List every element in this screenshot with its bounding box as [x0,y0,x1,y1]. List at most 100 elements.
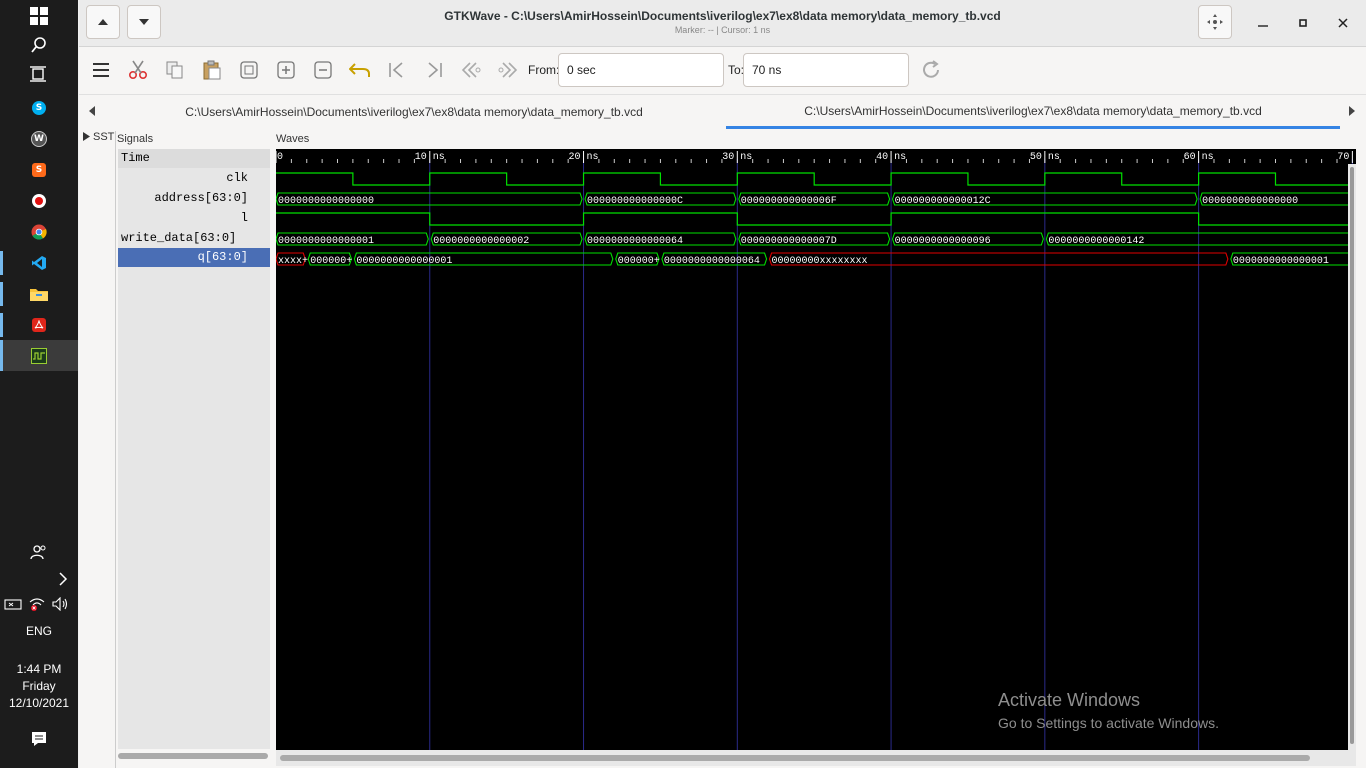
vscode-icon[interactable] [0,251,54,275]
hamburger-menu-button[interactable] [89,58,113,82]
close-button[interactable] [1329,10,1357,36]
gtkwave-taskbar-icon[interactable] [0,340,78,371]
next-edge-icon [498,62,518,78]
windows-start-icon[interactable] [24,4,54,28]
volume-icon[interactable] [48,592,74,616]
input-keyboard-icon[interactable] [0,592,26,616]
clock-date: 12/10/2021 [8,696,70,710]
signal-row-write-data[interactable]: write_data[63:0] [118,229,270,248]
signals-horizontal-scrollbar[interactable] [118,753,268,759]
zoom-in-button[interactable] [274,58,298,82]
signals-title: Signals [117,133,154,145]
tabs-scroll-right-button[interactable] [1348,105,1356,120]
activate-windows-title: Activate Windows [998,690,1141,710]
zoom-out-icon [314,61,332,79]
chrome-icon[interactable] [24,220,54,244]
waveform-canvas[interactable]: 0 10 ns 20 ns 30 ns 40 ns 50 ns 60 ns 70 0000000… [276,149,1356,766]
q-value: 0000000000000001 [356,256,452,267]
task-view-icon[interactable] [24,62,54,86]
q-value: 000000+ [618,256,660,267]
signal-name: address[63:0] [154,191,248,205]
zoom-fit-icon [240,61,258,79]
waves-pane: Waves 0 10 ns 20 ns 30 ns 40 ns 50 ns 60 ns 70 0… [275,131,1366,768]
minimize-button[interactable] [1249,10,1277,36]
file-explorer-icon[interactable] [0,282,54,306]
zoom-to-end-button[interactable] [422,58,446,82]
tick-label: 0 [277,152,283,163]
signal-row-l[interactable]: l [118,209,270,228]
tab-file-2[interactable]: C:\Users\AmirHossein\Documents\iverilog\… [726,95,1340,129]
screen-recorder-icon[interactable] [24,189,54,213]
gtkwave-window: GTKWave - C:\Users\AmirHossein\Documents… [79,0,1366,768]
zoom-out-button[interactable] [311,58,335,82]
tick-label: 20 ns [569,152,599,163]
wave-vscroll-thumb [1350,167,1354,744]
waves-title: Waves [276,133,310,145]
acrobat-icon[interactable] [0,313,54,337]
tick-label: 10 ns [415,152,445,163]
close-icon [1338,18,1348,28]
tab-file-1[interactable]: C:\Users\AmirHossein\Documents\iverilog\… [99,95,729,129]
paste-icon [203,60,221,80]
zoom-in-icon [277,61,295,79]
signal-name: write_data[63:0] [121,231,237,245]
maximize-icon [1299,19,1307,27]
chevron-right-icon[interactable] [48,567,78,591]
undo-icon [349,63,370,77]
people-icon[interactable] [24,540,54,564]
write-data-value: 000000000000007D [741,236,837,247]
toolbar: From: 0 sec To: 70 ns [79,47,1366,93]
maximize-button[interactable] [1289,10,1317,36]
reload-button[interactable] [919,58,943,82]
taskbar-clock[interactable]: 1:44 PM Friday 12/10/2021 [0,661,78,712]
q-value: xxxx+ [278,256,308,267]
tick-label: 60 ns [1184,152,1214,163]
language-indicator[interactable]: ENG [0,624,78,638]
from-time-input[interactable]: 0 sec [558,53,724,87]
cut-button[interactable] [126,58,150,82]
to-time-input[interactable]: 70 ns [743,53,909,87]
find-next-edge-button[interactable] [496,58,520,82]
copy-button[interactable] [163,58,187,82]
signals-pane: Signals Time clk address[63:0] l write_d… [116,131,273,768]
signal-row-time[interactable]: Time [118,149,270,168]
zoom-to-start-button[interactable] [385,58,409,82]
search-icon[interactable] [24,33,54,57]
signal-row-q[interactable]: q[63:0] [118,248,270,267]
slides-app-icon[interactable]: S [24,158,54,182]
q-value: 00000000xxxxxxxx [772,256,868,267]
signal-name: clk [226,171,248,185]
from-label: From: [528,63,560,77]
wordpress-app-icon[interactable]: W [24,127,54,151]
signal-name: q[63:0] [197,250,248,264]
tabs-scroll-left-button[interactable] [88,105,96,120]
zoom-fit-button[interactable] [237,58,261,82]
tick-label: 70 [1337,152,1349,163]
clock-time: 1:44 PM [16,662,62,676]
find-previous-edge-button[interactable] [459,58,483,82]
address-value: 000000000000006F [741,196,837,207]
signal-row-address[interactable]: address[63:0] [118,189,270,208]
reload-icon [923,60,939,78]
sst-expander[interactable]: SST [83,131,114,143]
paste-button[interactable] [200,58,224,82]
activate-windows-subtitle: Go to Settings to activate Windows. [998,715,1219,731]
tick-label: 40 ns [876,152,906,163]
skype-icon[interactable]: S [24,96,54,120]
undo-zoom-button[interactable] [348,58,372,82]
signal-row-clk[interactable]: clk [118,169,270,188]
network-disconnected-icon[interactable] [24,592,50,616]
file-tabs: C:\Users\AmirHossein\Documents\iverilog\… [79,94,1366,131]
write-data-value: 0000000000000064 [587,236,683,247]
q-value: 0000000000000001 [1233,256,1329,267]
hamburger-icon [93,63,109,77]
triangle-left-icon [89,106,95,116]
q-value: 0000000000000064 [664,256,760,267]
previous-edge-icon [461,62,481,78]
address-value: 000000000000012C [895,196,991,207]
skip-end-icon [428,62,442,78]
minimize-icon [1258,25,1268,27]
action-center-icon[interactable] [24,727,54,751]
expander-arrow-icon [83,132,90,141]
fullscreen-button[interactable] [1198,5,1232,39]
